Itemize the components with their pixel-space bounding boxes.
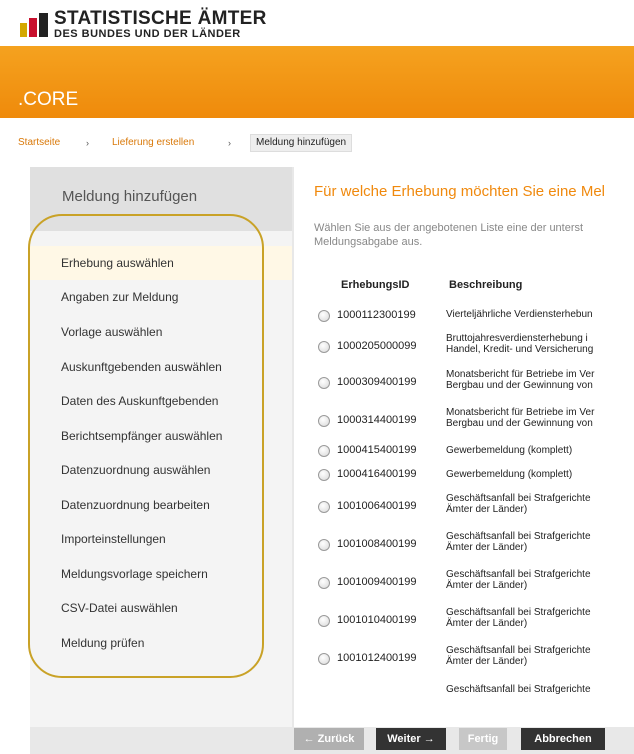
radio-button[interactable]: [318, 310, 330, 322]
logo-icon: [20, 13, 50, 37]
logo-subtitle: DES BUNDES UND DER LÄNDER: [54, 28, 241, 40]
radio-button[interactable]: [318, 377, 330, 389]
row-description: Gewerbemeldung (komplett): [446, 445, 573, 456]
table-row[interactable]: 1000415400199 Gewerbemeldung (komplett): [294, 439, 634, 463]
sidebar-step-auskunftgebenden-auswaehlen[interactable]: Auskunftgebenden auswählen: [30, 350, 292, 384]
row-description: Geschäftsanfall bei Strafgerichte Ämter d…: [446, 493, 591, 515]
finish-button[interactable]: Fertig: [459, 728, 507, 750]
row-id: 1000309400199: [337, 376, 417, 388]
sidebar-title: Meldung hinzufügen: [62, 188, 198, 205]
breadcrumb-home-link[interactable]: Startseite: [18, 134, 60, 152]
row-description: Bruttojahresverdiensterhebung i Handel, K…: [446, 333, 594, 355]
row-id: 1000314400199: [337, 414, 417, 426]
row-description: Geschäftsanfall bei Strafgerichte Ämter d…: [446, 569, 591, 591]
table-row[interactable]: Geschäftsanfall bei Strafgerichte: [294, 677, 634, 727]
row-id: 1000415400199: [337, 444, 417, 456]
sidebar-steps: Erhebung auswählen Angaben zur Meldung V…: [30, 231, 292, 727]
radio-button[interactable]: [318, 469, 330, 481]
row-description: Geschäftsanfall bei Strafgerichte Ämter d…: [446, 645, 591, 667]
wizard-sidebar: Meldung hinzufügen Erhebung auswählen An…: [30, 167, 292, 727]
row-id: 1000416400199: [337, 468, 417, 480]
breadcrumb-separator-icon: ›: [86, 138, 89, 148]
table-row[interactable]: 1000205000099 Bruttojahresverdiensterheb…: [294, 329, 634, 363]
app-name: .CORE: [18, 89, 79, 110]
sidebar-header: Meldung hinzufügen: [30, 167, 292, 231]
table-row[interactable]: 1001010400199 Geschäftsanfall bei Strafg…: [294, 601, 634, 639]
row-description: Gewerbemeldung (komplett): [446, 469, 573, 480]
row-id: 1001006400199: [337, 500, 417, 512]
sidebar-step-importeinstellungen[interactable]: Importeinstellungen: [30, 522, 292, 556]
app-header: .CORE: [0, 46, 634, 118]
sidebar-step-vorlage-auswaehlen[interactable]: Vorlage auswählen: [30, 315, 292, 349]
column-header-id[interactable]: ErhebungsID: [341, 279, 409, 291]
table-row[interactable]: 1000112300199 Vierteljährliche Verdienst…: [294, 303, 634, 329]
sidebar-step-datenzuordnung-auswaehlen[interactable]: Datenzuordnung auswählen: [30, 453, 292, 487]
cancel-button[interactable]: Abbrechen: [521, 728, 605, 750]
row-id: 1000205000099: [337, 340, 417, 352]
row-id: 1001009400199: [337, 576, 417, 588]
row-description: Monatsbericht für Betriebe im Ver Bergbau…: [446, 407, 595, 429]
table-row[interactable]: 1001008400199 Geschäftsanfall bei Strafg…: [294, 525, 634, 563]
radio-button[interactable]: [318, 501, 330, 513]
sidebar-step-erhebung-auswaehlen[interactable]: Erhebung auswählen: [30, 246, 292, 280]
radio-button[interactable]: [318, 615, 330, 627]
table-row[interactable]: 1001012400199 Geschäftsanfall bei Strafg…: [294, 639, 634, 677]
row-id: 1001010400199: [337, 614, 417, 626]
sidebar-step-meldung-pruefen[interactable]: Meldung prüfen: [30, 626, 292, 660]
sidebar-step-angaben-zur-meldung[interactable]: Angaben zur Meldung: [30, 280, 292, 314]
column-header-description[interactable]: Beschreibung: [449, 279, 522, 291]
table-row[interactable]: 1000416400199 Gewerbemeldung (komplett): [294, 463, 634, 487]
logo-title: STATISTISCHE ÄMTER: [54, 8, 267, 29]
row-description: Monatsbericht für Betriebe im Ver Bergbau…: [446, 369, 595, 391]
table-row[interactable]: 1001006400199 Geschäftsanfall bei Strafg…: [294, 487, 634, 525]
breadcrumb-step-link[interactable]: Lieferung erstellen: [112, 134, 194, 152]
sidebar-step-berichtsempfaenger-auswaehlen[interactable]: Berichtsempfänger auswählen: [30, 419, 292, 453]
row-description: Geschäftsanfall bei Strafgerichte Ämter d…: [446, 607, 591, 629]
radio-button[interactable]: [318, 445, 330, 457]
breadcrumb-current: Meldung hinzufügen: [250, 134, 353, 152]
table-row[interactable]: 1001009400199 Geschäftsanfall bei Strafg…: [294, 563, 634, 601]
content-description: Wählen Sie aus der angebotenen Liste ein…: [314, 222, 584, 248]
logo-bar: STATISTISCHE ÄMTER DES BUNDES UND DER LÄ…: [0, 0, 634, 46]
sidebar-step-daten-des-auskunftgebenden[interactable]: Daten des Auskunftgebenden: [30, 384, 292, 418]
back-button[interactable]: ← Zurück: [294, 728, 364, 750]
row-description: Vierteljährliche Verdiensterhebun: [446, 309, 593, 320]
radio-button[interactable]: [318, 653, 330, 665]
table-row[interactable]: 1000314400199 Monatsbericht für Betriebe…: [294, 401, 634, 439]
row-id: 1000112300199: [337, 309, 416, 321]
sidebar-step-csv-datei-auswaehlen[interactable]: CSV-Datei auswählen: [30, 591, 292, 625]
radio-button[interactable]: [318, 539, 330, 551]
sidebar-step-datenzuordnung-bearbeiten[interactable]: Datenzuordnung bearbeiten: [30, 488, 292, 522]
row-description: Geschäftsanfall bei Strafgerichte Ämter d…: [446, 531, 591, 553]
content-title: Für welche Erhebung möchten Sie eine Mel: [314, 183, 605, 200]
sidebar-step-meldungsvorlage-speichern[interactable]: Meldungsvorlage speichern: [30, 557, 292, 591]
table-row[interactable]: 1000309400199 Monatsbericht für Betriebe…: [294, 363, 634, 401]
row-id: 1001012400199: [337, 652, 417, 664]
radio-button[interactable]: [318, 577, 330, 589]
next-button[interactable]: Weiter →: [376, 728, 446, 750]
radio-button[interactable]: [318, 341, 330, 353]
radio-button[interactable]: [318, 415, 330, 427]
content-panel: Für welche Erhebung möchten Sie eine Mel…: [294, 167, 634, 727]
row-description: Geschäftsanfall bei Strafgerichte: [446, 684, 591, 695]
row-id: 1001008400199: [337, 538, 417, 550]
breadcrumb-separator-icon: ›: [228, 138, 231, 148]
